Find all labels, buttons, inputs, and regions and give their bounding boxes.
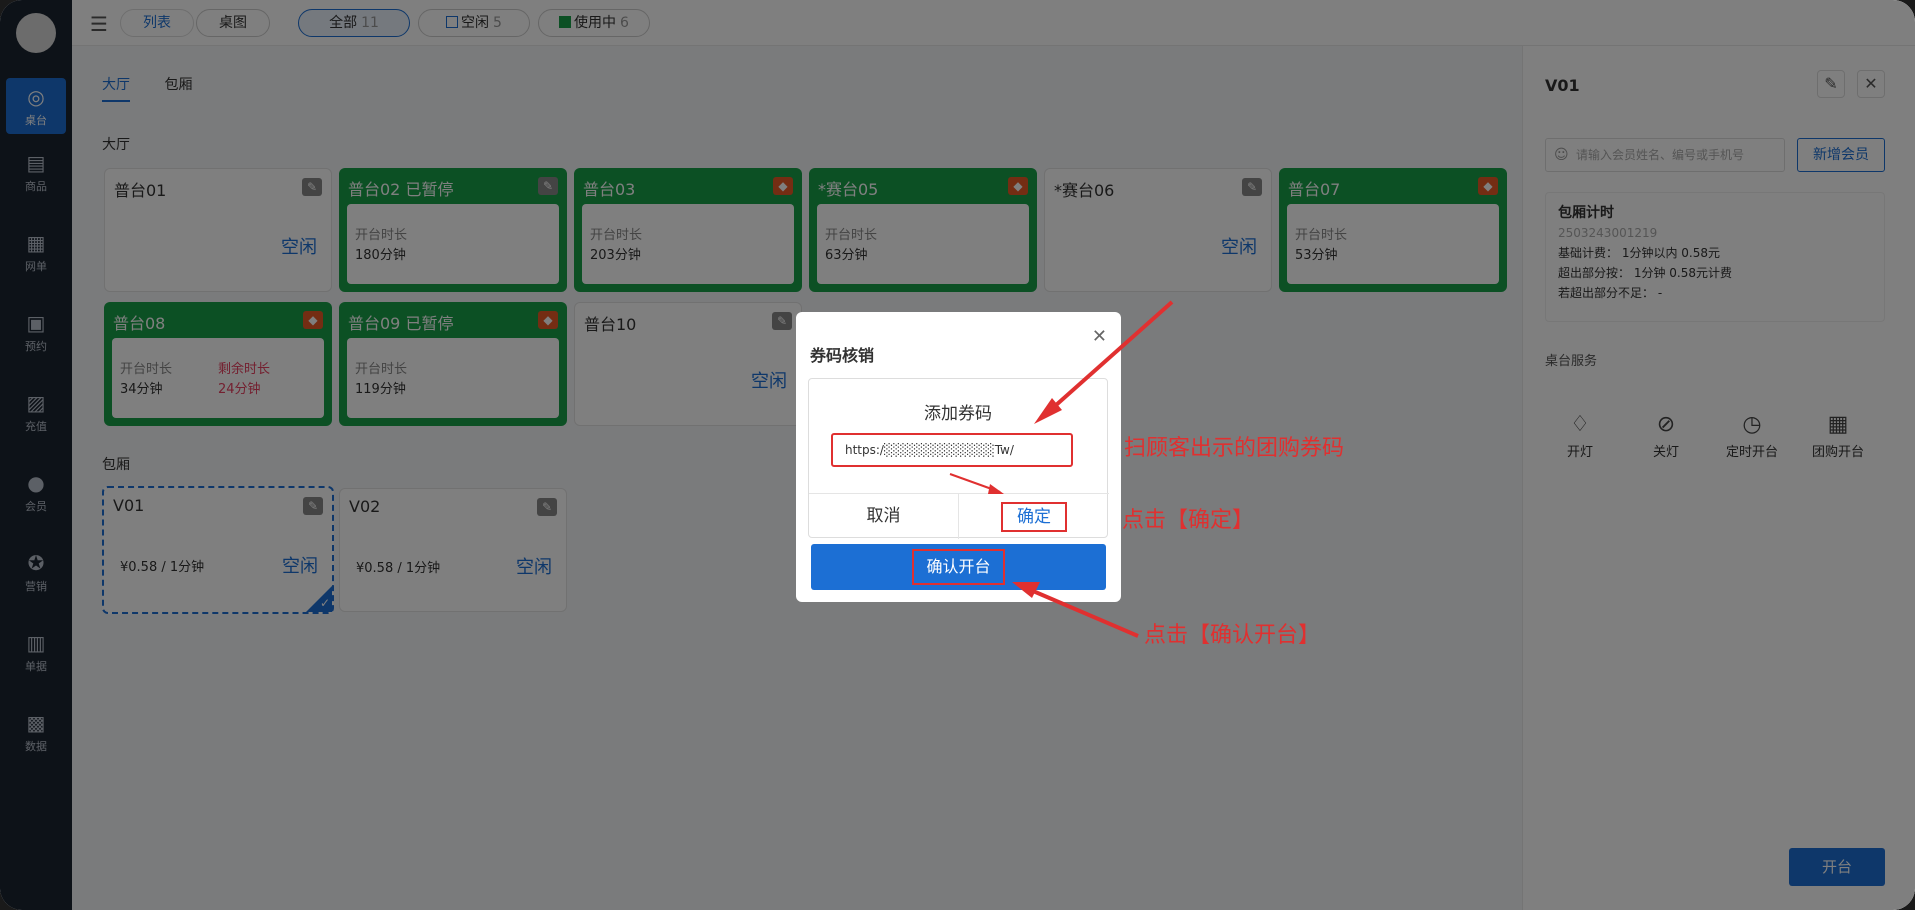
annotation-click-confirm: 点击【确认开台】 [1144,623,1321,648]
arrow-scan [1034,300,1174,424]
annotation-click-ok: 点击【确定】 [1122,508,1255,533]
app-window: ◎桌台 ▤商品 ▦网单 ▣预约 ▨充值 ●会员 ✪营销 ▥单据 ▩数据 ☰ 列表… [0,0,1915,910]
annotation-arrows [949,300,1174,638]
arrow-ok [949,473,1004,494]
annotation-scan: 扫顾客出示的团购券码 [1124,436,1345,461]
arrow-confirm [1012,582,1139,638]
